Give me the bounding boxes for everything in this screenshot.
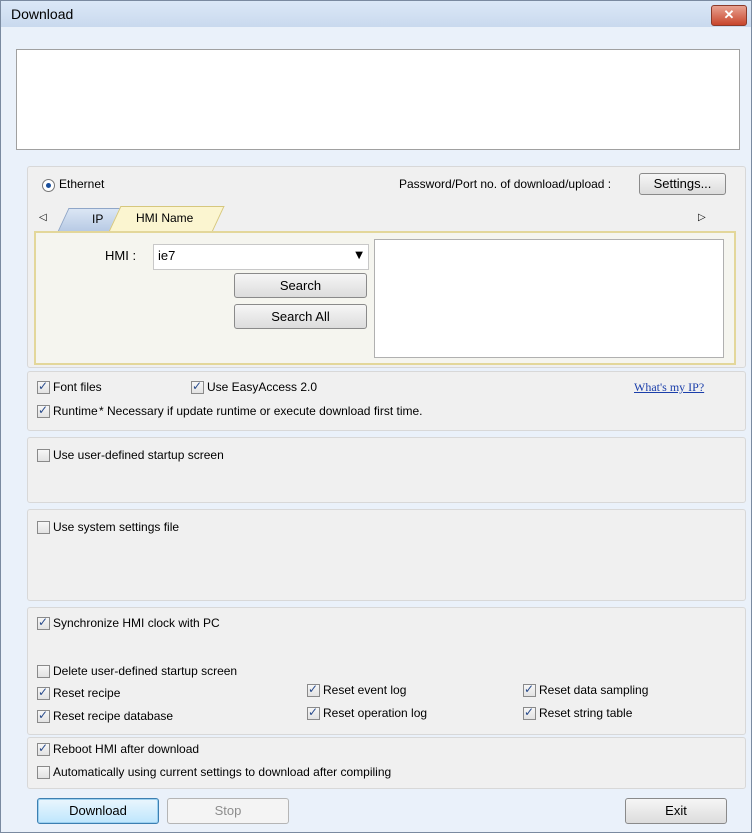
close-button[interactable]: ✕ <box>711 5 747 26</box>
runtime-label: Runtime <box>53 404 98 418</box>
delete-startup-label: Delete user-defined startup screen <box>53 664 238 678</box>
use-easyaccess-label: Use EasyAccess 2.0 <box>207 380 318 394</box>
reset-recipe-checkbox[interactable] <box>37 685 50 700</box>
settings-button[interactable]: Settings... <box>639 173 726 195</box>
tab-scroll-left-icon[interactable]: ◁ <box>39 212 47 223</box>
font-files-checkbox[interactable] <box>37 379 50 394</box>
system-settings-label: Use system settings file <box>53 520 180 534</box>
tab-hmi-name-label: HMI Name <box>136 211 194 225</box>
download-button[interactable]: Download <box>37 798 159 824</box>
hmi-select-value: ie7 <box>158 248 176 263</box>
system-settings-checkbox[interactable] <box>37 521 50 534</box>
exit-button[interactable]: Exit <box>625 798 727 824</box>
reset-event-log-label: Reset event log <box>323 683 407 697</box>
close-icon: ✕ <box>723 7 735 22</box>
reboot-checkbox[interactable] <box>37 741 50 756</box>
runtime-note: * Necessary if update runtime or execute… <box>99 404 423 418</box>
reset-data-sampling-checkbox[interactable] <box>523 682 536 697</box>
hmi-label: HMI : <box>105 248 137 263</box>
sync-clock-checkbox[interactable] <box>37 615 50 630</box>
search-all-button[interactable]: Search All <box>234 304 367 329</box>
reset-operation-log-label: Reset operation log <box>323 706 428 720</box>
search-button[interactable]: Search <box>234 273 367 298</box>
use-easyaccess-checkbox[interactable] <box>191 379 204 394</box>
tab-scroll-right-icon[interactable]: ▷ <box>698 212 706 223</box>
password-port-label: Password/Port no. of download/upload : <box>399 177 612 191</box>
font-files-label: Font files <box>53 380 102 394</box>
ethernet-label: Ethernet <box>59 177 105 191</box>
user-defined-startup-label: Use user-defined startup screen <box>53 448 224 462</box>
sync-clock-label: Synchronize HMI clock with PC <box>53 616 220 630</box>
reset-recipe-db-checkbox[interactable] <box>37 708 50 723</box>
window-title: Download <box>11 6 74 22</box>
hmi-select[interactable]: ie7 ▼ <box>153 244 369 270</box>
title-bar: Download ✕ <box>1 1 751 27</box>
chevron-down-icon: ▼ <box>355 250 363 261</box>
stop-button[interactable]: Stop <box>167 798 289 824</box>
reset-recipe-label: Reset recipe <box>53 686 121 700</box>
ethernet-radio[interactable] <box>42 179 55 192</box>
tab-ip-label: IP <box>92 212 104 226</box>
reset-recipe-db-label: Reset recipe database <box>53 709 174 723</box>
reset-operation-log-checkbox[interactable] <box>307 705 320 720</box>
auto-download-label: Automatically using current settings to … <box>53 765 392 779</box>
reset-data-sampling-label: Reset data sampling <box>539 683 649 697</box>
message-area <box>16 49 740 150</box>
whats-my-ip-link[interactable]: What's my IP? <box>634 380 704 395</box>
hmi-list[interactable] <box>374 239 724 358</box>
startup-screen-panel <box>27 437 746 503</box>
reset-event-log-checkbox[interactable] <box>307 682 320 697</box>
user-defined-startup-checkbox[interactable] <box>37 449 50 462</box>
auto-download-checkbox[interactable] <box>37 766 50 779</box>
delete-startup-checkbox[interactable] <box>37 665 50 678</box>
reset-string-table-label: Reset string table <box>539 706 633 720</box>
reset-string-table-checkbox[interactable] <box>523 705 536 720</box>
download-window: Download ✕ Ethernet Password/Port no. of… <box>0 0 752 833</box>
runtime-checkbox[interactable] <box>37 403 50 418</box>
reboot-label: Reboot HMI after download <box>53 742 200 756</box>
